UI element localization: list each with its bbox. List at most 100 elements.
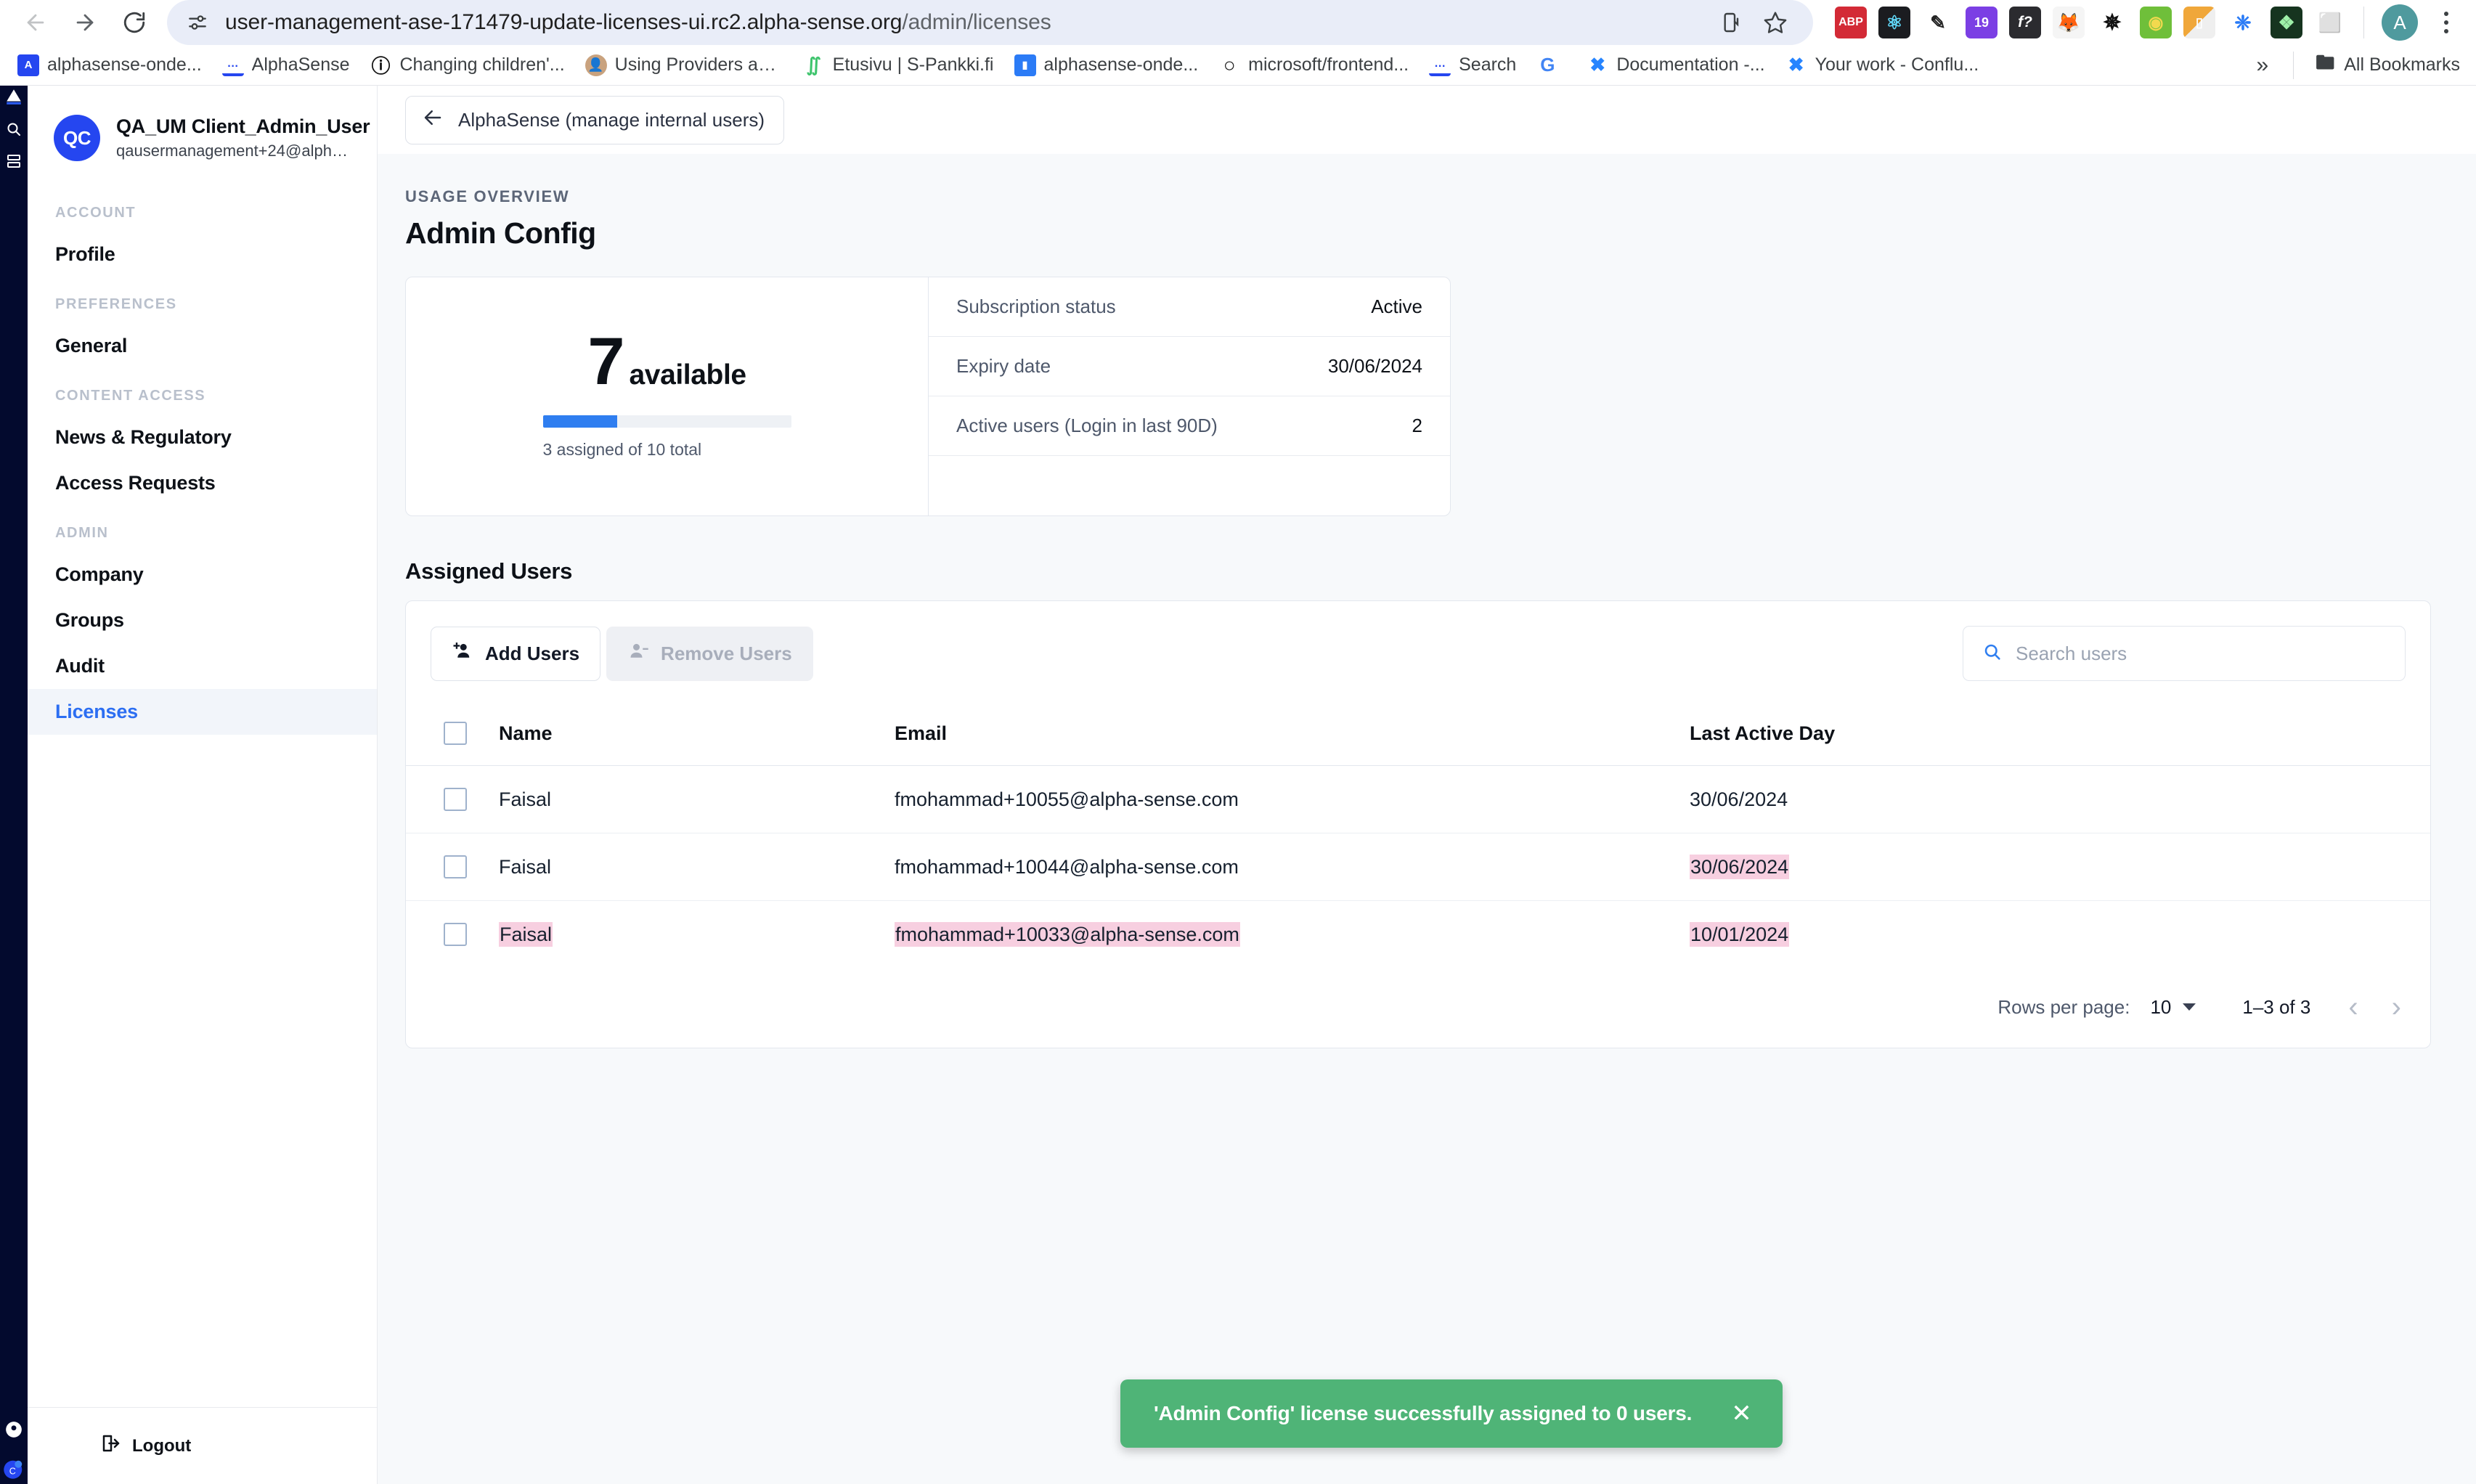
license-progress-bar xyxy=(542,415,791,428)
row-checkbox[interactable] xyxy=(444,923,467,946)
row-checkbox[interactable] xyxy=(444,788,467,811)
add-users-button[interactable]: Add Users xyxy=(431,626,601,681)
cell-last-active-text: 30/06/2024 xyxy=(1690,854,1790,879)
bookmark-item[interactable]: 👤 Using Providers an... xyxy=(575,50,793,81)
table-row[interactable]: Faisal fmohammad+10055@alpha-sense.com 3… xyxy=(406,765,2430,833)
page-title: Admin Config xyxy=(405,216,596,250)
chevron-left-icon[interactable]: ‹ xyxy=(2348,992,2358,1022)
sidebar-item-access-requests[interactable]: Access Requests xyxy=(28,460,377,506)
bookmark-item[interactable]: ○ microsoft/frontend... xyxy=(1208,50,1419,81)
settings-sidebar: QC QA_UM Client_Admin_User qausermanagem… xyxy=(28,86,378,1484)
version-badge-extension-icon[interactable]: 19 xyxy=(1966,7,1998,38)
user-avatar-icon[interactable]: C xyxy=(1,1458,26,1480)
detail-row-empty xyxy=(929,456,1450,515)
logout-button[interactable]: Logout xyxy=(28,1408,377,1484)
all-bookmarks-button[interactable]: 🖿 All Bookmarks xyxy=(2304,50,2470,81)
cell-email-text: fmohammad+10033@alpha-sense.com xyxy=(895,921,1240,947)
cell-last-active: 30/06/2024 xyxy=(1690,833,2430,901)
extensions-strip: ABP ⚛ ✎ 19 f? 🦊 ✵ ◉ ▯ ❈ ❖ ⬜ A xyxy=(1828,4,2463,41)
help-icon[interactable] xyxy=(1,1420,26,1439)
eyedropper-extension-icon[interactable]: ✎ xyxy=(1922,7,1954,38)
detail-value: 30/06/2024 xyxy=(1327,355,1422,377)
detail-key: Subscription status xyxy=(956,295,1116,317)
ruler-extension-icon[interactable]: ▯ xyxy=(2183,7,2215,38)
react-devtools-extension-icon[interactable]: ⚛ xyxy=(1878,7,1910,38)
bookmark-item[interactable]: ✖ Your work - Conflu... xyxy=(1775,50,1990,81)
back-button[interactable] xyxy=(13,0,58,45)
table-row[interactable]: Faisal fmohammad+10033@alpha-sense.com 1… xyxy=(406,901,2430,969)
row-select-cell xyxy=(406,833,499,901)
bookmark-label: Using Providers an... xyxy=(614,54,783,75)
bookmark-item[interactable]: ▮ alphasense-onde... xyxy=(1004,50,1209,81)
remove-users-button[interactable]: Remove Users xyxy=(606,626,813,681)
column-header-email[interactable]: Email xyxy=(895,703,1690,766)
sidebar-item-general[interactable]: General xyxy=(28,323,377,369)
app-root: C QC QA_UM Client_Admin_User qausermanag… xyxy=(0,86,2476,1484)
address-bar[interactable]: user-management-ase-171479-update-licens… xyxy=(167,0,1813,45)
row-select-cell xyxy=(406,901,499,969)
bookmark-label: alphasense-onde... xyxy=(1043,54,1199,75)
star-icon[interactable] xyxy=(1756,4,1794,41)
alphasense-icon: A xyxy=(17,54,39,76)
available-count: 7 xyxy=(587,324,624,399)
sidebar-item-news-regulatory[interactable]: News & Regulatory xyxy=(28,415,377,460)
sidebar-item-audit[interactable]: Audit xyxy=(28,643,377,689)
logo-icon[interactable] xyxy=(1,87,26,106)
search-users-field[interactable]: Search users xyxy=(1963,626,2406,681)
browser-profile-avatar[interactable]: A xyxy=(2382,4,2418,41)
url-host: user-management-ase-171479-update-licens… xyxy=(225,10,903,34)
sidebar-item-licenses[interactable]: Licenses xyxy=(28,689,377,735)
chevron-double-right-icon[interactable]: » xyxy=(2242,53,2284,78)
bookmark-item[interactable]: ⓘ Changing children'... xyxy=(360,50,575,81)
bookmark-item[interactable]: ∬ Etusivu | S-Pankki.fi xyxy=(793,50,1004,81)
bookmark-item[interactable]: … Search xyxy=(1419,50,1526,81)
bookmark-item[interactable]: … AlphaSense xyxy=(212,50,360,81)
forward-button[interactable] xyxy=(62,0,107,45)
remove-users-label: Remove Users xyxy=(661,642,792,664)
bookmark-item[interactable]: G xyxy=(1526,50,1576,81)
x-circle-icon: ⓘ xyxy=(370,54,392,76)
sidebar-user-name: QA_UM Client_Admin_User xyxy=(116,115,370,137)
github-icon: ○ xyxy=(1218,54,1241,76)
dashboard-icon[interactable] xyxy=(1,152,26,170)
sidebar-user-profile[interactable]: QC QA_UM Client_Admin_User qausermanagem… xyxy=(28,102,377,186)
rows-per-page-select[interactable]: 10 xyxy=(2150,996,2196,1019)
column-header-name[interactable]: Name xyxy=(499,703,895,766)
metamask-extension-icon[interactable]: 🦊 xyxy=(2053,7,2085,38)
fontface-ninja-extension-icon[interactable]: f? xyxy=(2009,7,2041,38)
select-all-checkbox[interactable] xyxy=(444,722,467,745)
adblock-plus-extension-icon[interactable]: ABP xyxy=(1835,7,1867,38)
page-eyebrow: USAGE OVERVIEW xyxy=(405,187,570,205)
sidebar-item-company[interactable]: Company xyxy=(28,552,377,598)
install-app-icon[interactable] xyxy=(1713,4,1751,41)
search-users-placeholder: Search users xyxy=(2016,642,2127,664)
search-icon[interactable] xyxy=(1,121,26,138)
sidebar-user-email: qausermanagement+24@alpha-sense.... xyxy=(116,142,352,160)
bookmark-item[interactable]: ✖ Documentation -... xyxy=(1576,50,1775,81)
close-icon[interactable]: ✕ xyxy=(1731,1401,1751,1426)
eth-wallet-extension-icon[interactable]: ❖ xyxy=(2271,7,2302,38)
column-header-last-active-day[interactable]: Last Active Day xyxy=(1690,703,2430,766)
site-settings-icon[interactable] xyxy=(186,11,209,34)
rows-per-page-label: Rows per page: xyxy=(1998,995,2130,1018)
table-row[interactable]: Faisal fmohammad+10044@alpha-sense.com 3… xyxy=(406,833,2430,901)
sidebar-item-groups[interactable]: Groups xyxy=(28,598,377,643)
clipboard-extension-icon[interactable]: ⬜ xyxy=(2314,7,2346,38)
reload-button[interactable] xyxy=(112,0,157,45)
chevron-right-icon[interactable]: › xyxy=(2392,992,2401,1022)
row-checkbox[interactable] xyxy=(444,855,467,878)
sidebar-item-profile[interactable]: Profile xyxy=(28,232,377,277)
detail-row-active-users: Active users (Login in last 90D) 2 xyxy=(929,396,1450,456)
detail-value: Active xyxy=(1371,295,1422,317)
license-progress-fill xyxy=(542,415,618,428)
bookmark-item[interactable]: A alphasense-onde... xyxy=(7,50,212,81)
back-to-alphasense-button[interactable]: AlphaSense (manage internal users) xyxy=(405,95,785,144)
loading-spinner-extension-icon[interactable]: ✵ xyxy=(2096,7,2128,38)
colorzilla-extension-icon[interactable]: ◉ xyxy=(2140,7,2172,38)
kebab-menu-icon[interactable] xyxy=(2430,4,2463,41)
logout-label: Logout xyxy=(132,1435,192,1456)
cell-last-active: 10/01/2024 xyxy=(1690,901,2430,969)
assigned-users-table: Name Email Last Active Day Faisal fmoham… xyxy=(406,703,2430,968)
jira-extension-icon[interactable]: ❈ xyxy=(2227,7,2259,38)
